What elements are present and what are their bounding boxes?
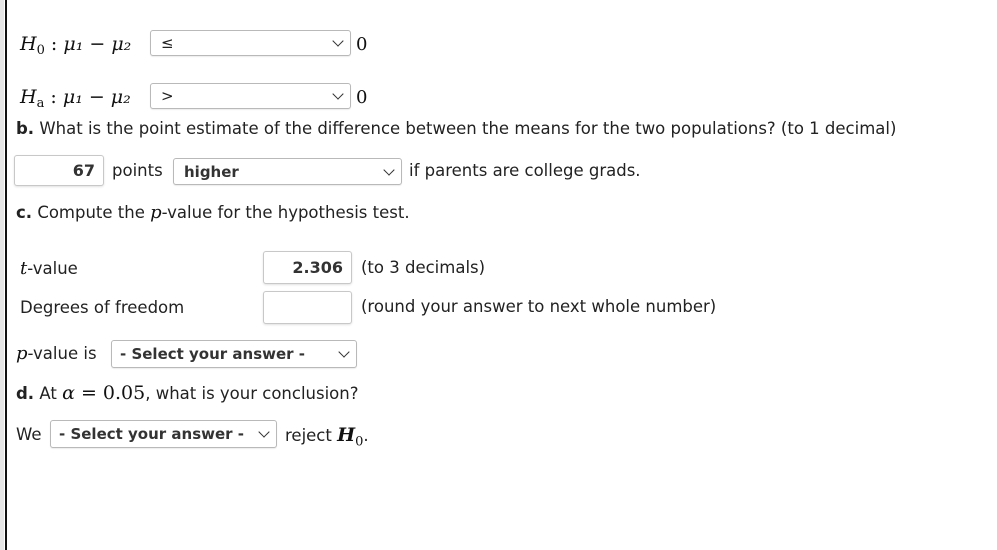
h0-symbol: H — [337, 424, 356, 446]
conclusion-select[interactable]: - Select your answer - — [50, 420, 277, 448]
points-label: points — [112, 161, 163, 180]
part-d-question: d. At α = 0.05, what is your conclusion? — [16, 382, 359, 404]
p-value-selected: - Select your answer - — [120, 345, 306, 363]
df-label: Degrees of freedom — [20, 298, 185, 317]
point-estimate-input[interactable]: 67 — [14, 155, 104, 186]
conclusion-selected: - Select your answer - — [59, 425, 245, 443]
alt-hypothesis-label: Ha : μ₁ − μ₂ — [20, 86, 131, 111]
reject-label: reject — [285, 426, 338, 445]
p-value-label: p-value is — [16, 343, 97, 364]
part-b-question-text: What is the point estimate of the differ… — [39, 119, 897, 138]
chevron-down-icon — [332, 88, 344, 100]
t-value-label: t-value — [20, 258, 78, 279]
df-input[interactable] — [263, 291, 352, 324]
part-c-letter: c. — [16, 203, 33, 222]
part-b-question: b. What is the point estimate of the dif… — [16, 119, 896, 138]
direction-selected-value: higher — [184, 162, 239, 181]
h0-symbol: H — [20, 33, 37, 55]
part-b-letter: b. — [16, 119, 35, 138]
p-label-rest: -value is — [27, 344, 97, 363]
p-value-select[interactable]: - Select your answer - — [111, 340, 357, 368]
h0-operator-value: ≤ — [161, 34, 174, 52]
t-label-rest: -value — [27, 259, 78, 278]
ha-operator-select[interactable]: > — [150, 83, 351, 109]
ha-subscript: a — [36, 96, 45, 111]
ha-operator-value: > — [161, 87, 174, 105]
equals-sign: = — [74, 382, 103, 404]
chevron-down-icon — [258, 426, 270, 438]
chevron-down-icon — [332, 35, 344, 47]
df-hint: (round your answer to next whole number) — [361, 297, 717, 316]
ha-symbol: H — [20, 86, 37, 108]
period: . — [363, 426, 369, 445]
null-hypothesis-label: H0 : μ₁ − μ₂ — [20, 33, 132, 58]
alpha-value: 0.05 — [102, 382, 146, 404]
ha-value: 0 — [356, 87, 368, 108]
reject-h0-text: reject H0. — [285, 424, 369, 449]
we-label: We — [16, 425, 42, 444]
part-d-letter: d. — [16, 384, 35, 403]
h0-operator-select[interactable]: ≤ — [150, 30, 351, 56]
direction-suffix: if parents are college grads. — [409, 161, 641, 180]
chevron-down-icon — [338, 346, 350, 358]
part-c-text-pre: Compute the — [37, 203, 151, 222]
p-variable: p — [150, 202, 162, 223]
page-left-gutter — [0, 0, 4, 550]
h0-expression: μ₁ − μ₂ — [63, 33, 132, 55]
part-d-post: , what is your conclusion? — [145, 384, 359, 403]
t-value-hint: (to 3 decimals) — [361, 258, 486, 277]
t-value-input[interactable]: 2.306 — [263, 251, 352, 284]
part-d-pre: At — [39, 384, 63, 403]
h0-value: 0 — [356, 34, 368, 55]
chevron-down-icon — [383, 163, 395, 176]
alpha-symbol: α — [62, 382, 75, 404]
page-left-border — [5, 0, 7, 550]
h0-subscript: 0 — [36, 43, 45, 58]
ha-expression: μ₁ − μ₂ — [62, 86, 131, 108]
part-c-text-post: -value for the hypothesis test. — [161, 203, 410, 222]
direction-select[interactable]: higher — [173, 158, 402, 185]
part-c-question: c. Compute the p-value for the hypothesi… — [16, 202, 410, 223]
p-variable: p — [16, 343, 28, 364]
